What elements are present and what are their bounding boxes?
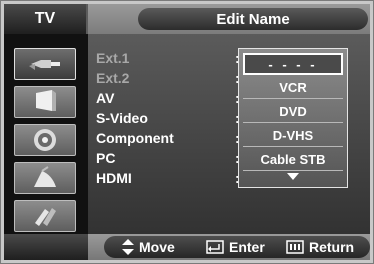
footer-hints: Move Enter Return [104, 236, 370, 258]
return-hint: Return [286, 236, 354, 258]
enter-hint: Enter [206, 236, 265, 258]
source-label: PC [96, 150, 116, 166]
sidebar [4, 34, 88, 234]
source-label: Component [96, 130, 174, 146]
dropdown-option-cable-stb[interactable]: Cable STB [243, 149, 343, 171]
move-label: Move [139, 239, 175, 255]
picture-icon [36, 90, 56, 111]
footer-left-block [4, 234, 88, 260]
channel-satellite-icon [34, 166, 56, 187]
name-options-dropdown[interactable]: - - - - VCR DVD D-VHS Cable STB [238, 48, 348, 188]
source-label: Ext.2 [96, 70, 130, 86]
sidebar-item-picture[interactable] [14, 86, 76, 118]
return-label: Return [309, 239, 355, 255]
sidebar-item-input[interactable] [14, 48, 76, 80]
page-title: Edit Name [138, 8, 368, 30]
dropdown-option-blank[interactable]: - - - - [243, 53, 343, 75]
return-menu-icon [286, 240, 304, 254]
source-label: AV [96, 90, 115, 106]
enter-icon [206, 240, 224, 254]
dropdown-option-vcr[interactable]: VCR [243, 77, 343, 99]
scroll-down-arrow-icon[interactable] [287, 173, 299, 180]
move-hint: Move [122, 236, 175, 258]
dropdown-option-dvhs[interactable]: D-VHS [243, 125, 343, 147]
sound-speaker-icon [34, 129, 56, 151]
tv-menu-tab[interactable]: TV [4, 4, 88, 34]
setup-tools-icon [35, 208, 56, 226]
sidebar-item-setup[interactable] [14, 200, 76, 232]
sidebar-item-channel[interactable] [14, 162, 76, 194]
enter-label: Enter [229, 239, 265, 255]
input-plug-icon [29, 60, 60, 70]
source-label: S-Video [96, 110, 148, 126]
sidebar-item-sound[interactable] [14, 124, 76, 156]
dropdown-option-dvd[interactable]: DVD [243, 101, 343, 123]
source-label: Ext.1 [96, 50, 130, 66]
footer-bar: Move Enter Return [4, 234, 370, 260]
source-label: HDMI [96, 170, 132, 186]
up-down-arrows-icon [122, 239, 134, 255]
